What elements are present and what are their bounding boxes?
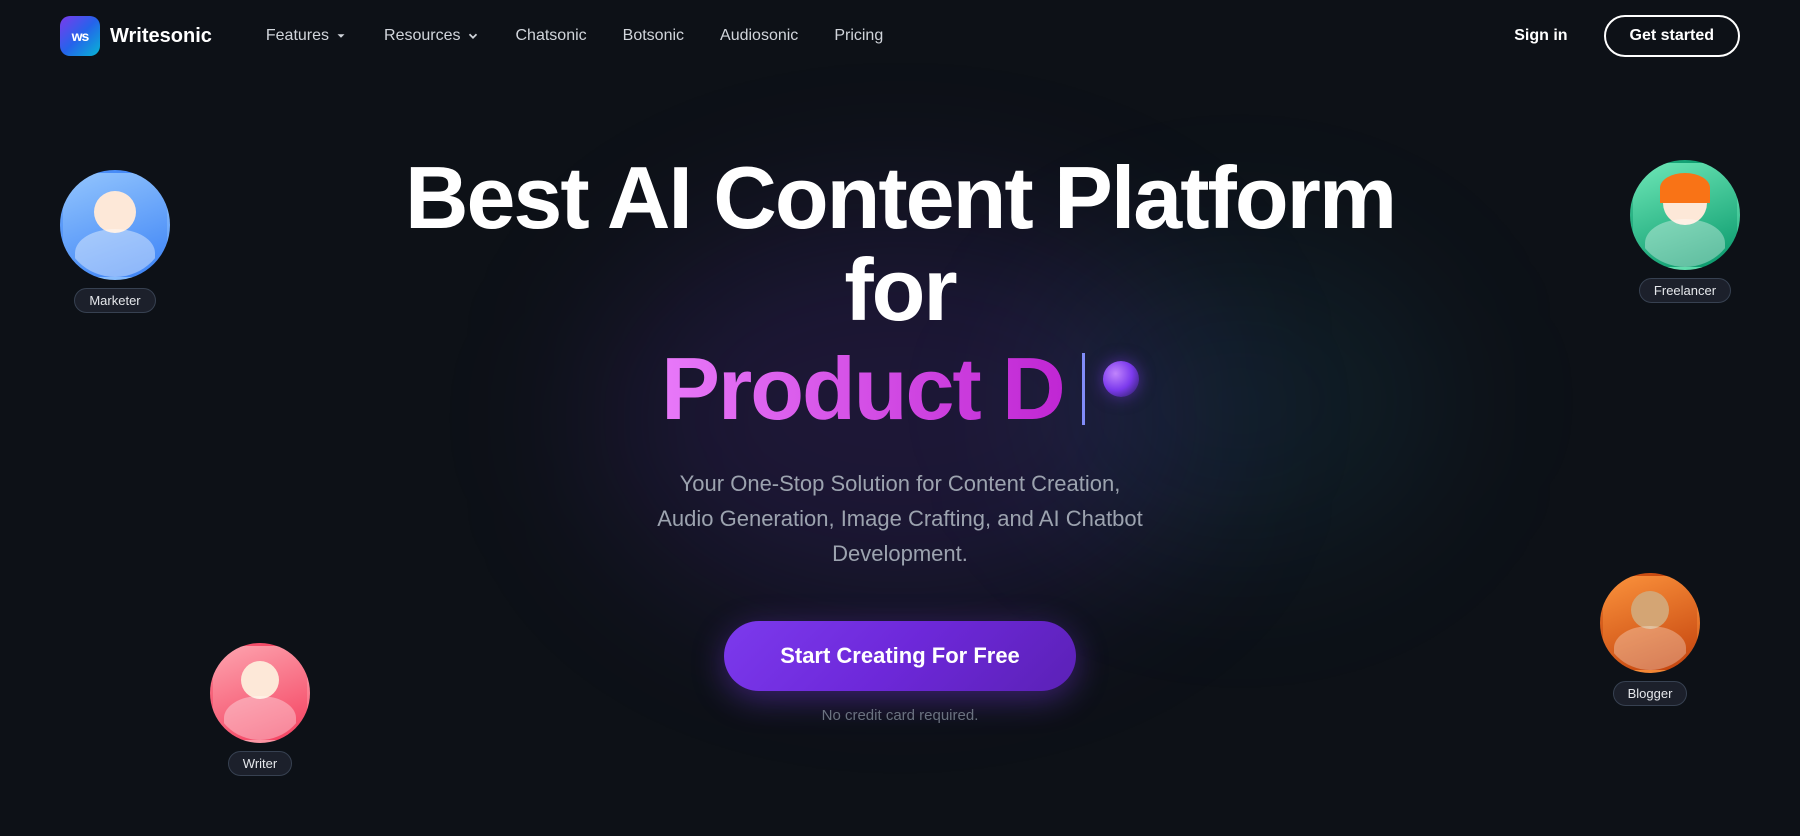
- brand-name: Writesonic: [110, 25, 212, 48]
- logo-icon: ws: [60, 16, 100, 56]
- nav-links: Features Resources Chatsonic Botsonic Au…: [252, 19, 897, 53]
- nav-link-audiosonic[interactable]: Audiosonic: [706, 19, 812, 53]
- nav-link-chatsonic[interactable]: Chatsonic: [502, 19, 601, 53]
- nav-right: Sign in Get started: [1498, 15, 1740, 57]
- avatar-blogger-label: Blogger: [1613, 681, 1688, 706]
- nav-link-resources[interactable]: Resources: [370, 19, 493, 53]
- cursor-bar: [1082, 353, 1085, 425]
- avatar-writer-image: [210, 643, 310, 743]
- avatar-marketer-label: Marketer: [74, 288, 155, 313]
- avatar-body: [1614, 626, 1686, 670]
- avatar-freelancer-image: [1630, 160, 1740, 270]
- hero-description: Your One-Stop Solution for Content Creat…: [590, 466, 1210, 572]
- hero-section: Best AI Content Platform for Product D Y…: [0, 72, 1800, 724]
- sign-in-link[interactable]: Sign in: [1498, 19, 1583, 53]
- cta-button[interactable]: Start Creating For Free: [724, 621, 1076, 691]
- nav-link-botsonic[interactable]: Botsonic: [609, 19, 698, 53]
- chevron-down-icon: [466, 29, 480, 43]
- avatar-blogger-image: [1600, 573, 1700, 673]
- avatar-body: [224, 696, 296, 740]
- chevron-down-icon: [334, 29, 348, 43]
- navbar: ws Writesonic Features Resources Chatson…: [0, 0, 1800, 72]
- avatar-freelancer-label: Freelancer: [1639, 278, 1731, 303]
- no-credit-text: No credit card required.: [822, 707, 979, 724]
- avatar-hair: [1660, 173, 1710, 203]
- avatar-head: [241, 661, 279, 699]
- cursor-indicator: [1082, 353, 1085, 425]
- avatar-writer: Writer: [210, 643, 310, 776]
- nav-link-features[interactable]: Features: [252, 19, 362, 53]
- avatar-marketer-image: [60, 170, 170, 280]
- avatar-blogger: Blogger: [1600, 573, 1700, 706]
- avatar-head: [1631, 591, 1669, 629]
- avatar-marketer: Marketer: [60, 170, 170, 313]
- avatar-body: [75, 229, 155, 277]
- avatar-freelancer: Freelancer: [1630, 160, 1740, 303]
- ai-orb: [1103, 361, 1139, 397]
- avatar-body: [1645, 219, 1725, 267]
- hero-title-line1: Best AI Content Platform for: [350, 152, 1450, 337]
- nav-link-pricing[interactable]: Pricing: [820, 19, 897, 53]
- hero-product-label: Product D: [661, 341, 1063, 438]
- logo[interactable]: ws Writesonic: [60, 16, 212, 56]
- get-started-button[interactable]: Get started: [1604, 15, 1740, 57]
- hero-subtitle: Product D: [661, 341, 1138, 438]
- avatar-writer-label: Writer: [228, 751, 292, 776]
- nav-left: ws Writesonic Features Resources Chatson…: [60, 16, 897, 56]
- avatar-head: [94, 191, 136, 233]
